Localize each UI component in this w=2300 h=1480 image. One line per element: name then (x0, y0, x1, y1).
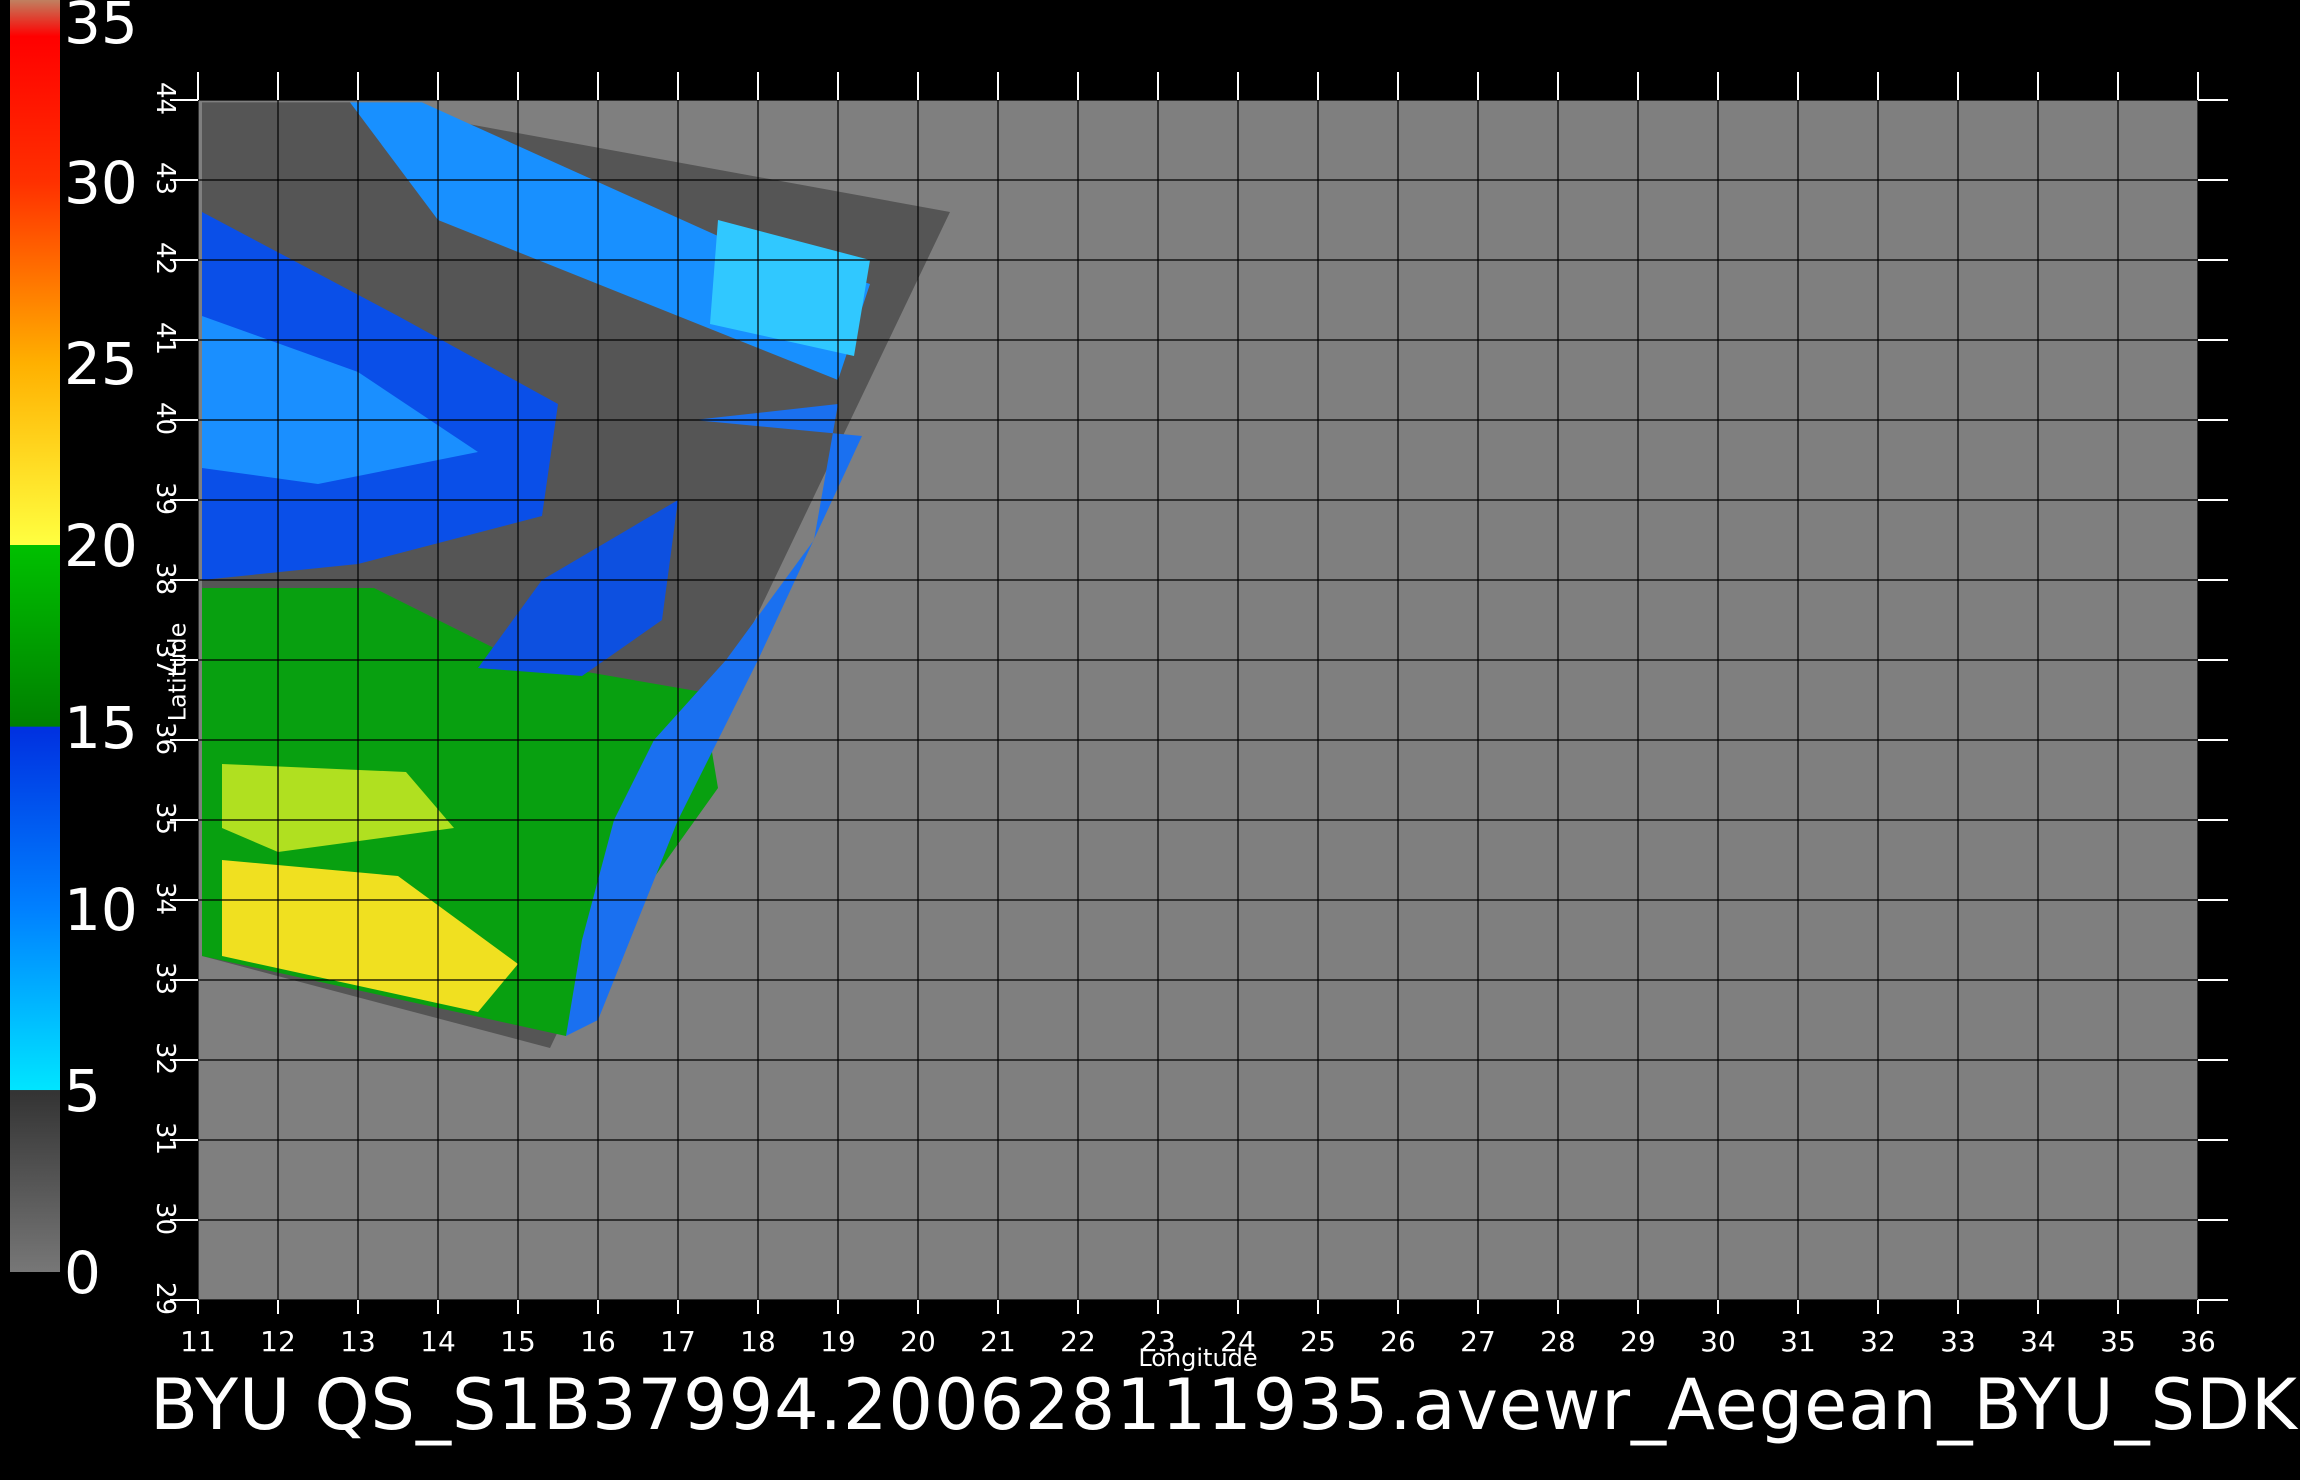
latitude-tick: 43 (150, 162, 180, 196)
longitude-tick: 11 (180, 1325, 216, 1358)
longitude-tick: 12 (260, 1325, 296, 1358)
latitude-tick: 41 (150, 322, 180, 356)
image-caption: BYU QS_S1B37994.200628111935.avewr_Aegea… (150, 1364, 2298, 1446)
longitude-tick: 22 (1060, 1325, 1096, 1358)
longitude-tick: 16 (580, 1325, 616, 1358)
longitude-tick: 28 (1540, 1325, 1576, 1358)
latitude-tick: 31 (150, 1122, 180, 1156)
longitude-tick: 32 (1860, 1325, 1896, 1358)
latitude-tick: 40 (150, 402, 180, 436)
longitude-tick: 36 (2180, 1325, 2216, 1358)
longitude-tick: 25 (1300, 1325, 1336, 1358)
longitude-tick: 26 (1380, 1325, 1416, 1358)
latitude-tick: 29 (150, 1282, 180, 1316)
longitude-tick: 34 (2020, 1325, 2056, 1358)
longitude-tick: 21 (980, 1325, 1016, 1358)
longitude-tick: 19 (820, 1325, 856, 1358)
latitude-tick: 30 (150, 1202, 180, 1236)
latitude-tick: 39 (150, 482, 180, 516)
longitude-tick: 15 (500, 1325, 536, 1358)
latitude-tick: 44 (150, 82, 180, 116)
latitude-tick: 42 (150, 242, 180, 276)
longitude-tick: 13 (340, 1325, 376, 1358)
longitude-tick: 20 (900, 1325, 936, 1358)
y-axis-label: Latitude (163, 622, 192, 722)
longitude-tick: 29 (1620, 1325, 1656, 1358)
longitude-tick: 17 (660, 1325, 696, 1358)
latitude-tick: 36 (150, 722, 180, 756)
longitude-tick: 14 (420, 1325, 456, 1358)
latitude-tick: 38 (150, 562, 180, 596)
latitude-tick: 32 (150, 1042, 180, 1076)
wind-map (168, 70, 2228, 1314)
longitude-tick: 27 (1460, 1325, 1496, 1358)
longitude-tick: 31 (1780, 1325, 1816, 1358)
longitude-tick: 30 (1700, 1325, 1736, 1358)
latitude-tick: 34 (150, 882, 180, 916)
longitude-tick: 35 (2100, 1325, 2136, 1358)
longitude-tick: 33 (1940, 1325, 1976, 1358)
latitude-tick: 33 (150, 962, 180, 996)
longitude-tick: 18 (740, 1325, 776, 1358)
latitude-tick: 35 (150, 802, 180, 836)
